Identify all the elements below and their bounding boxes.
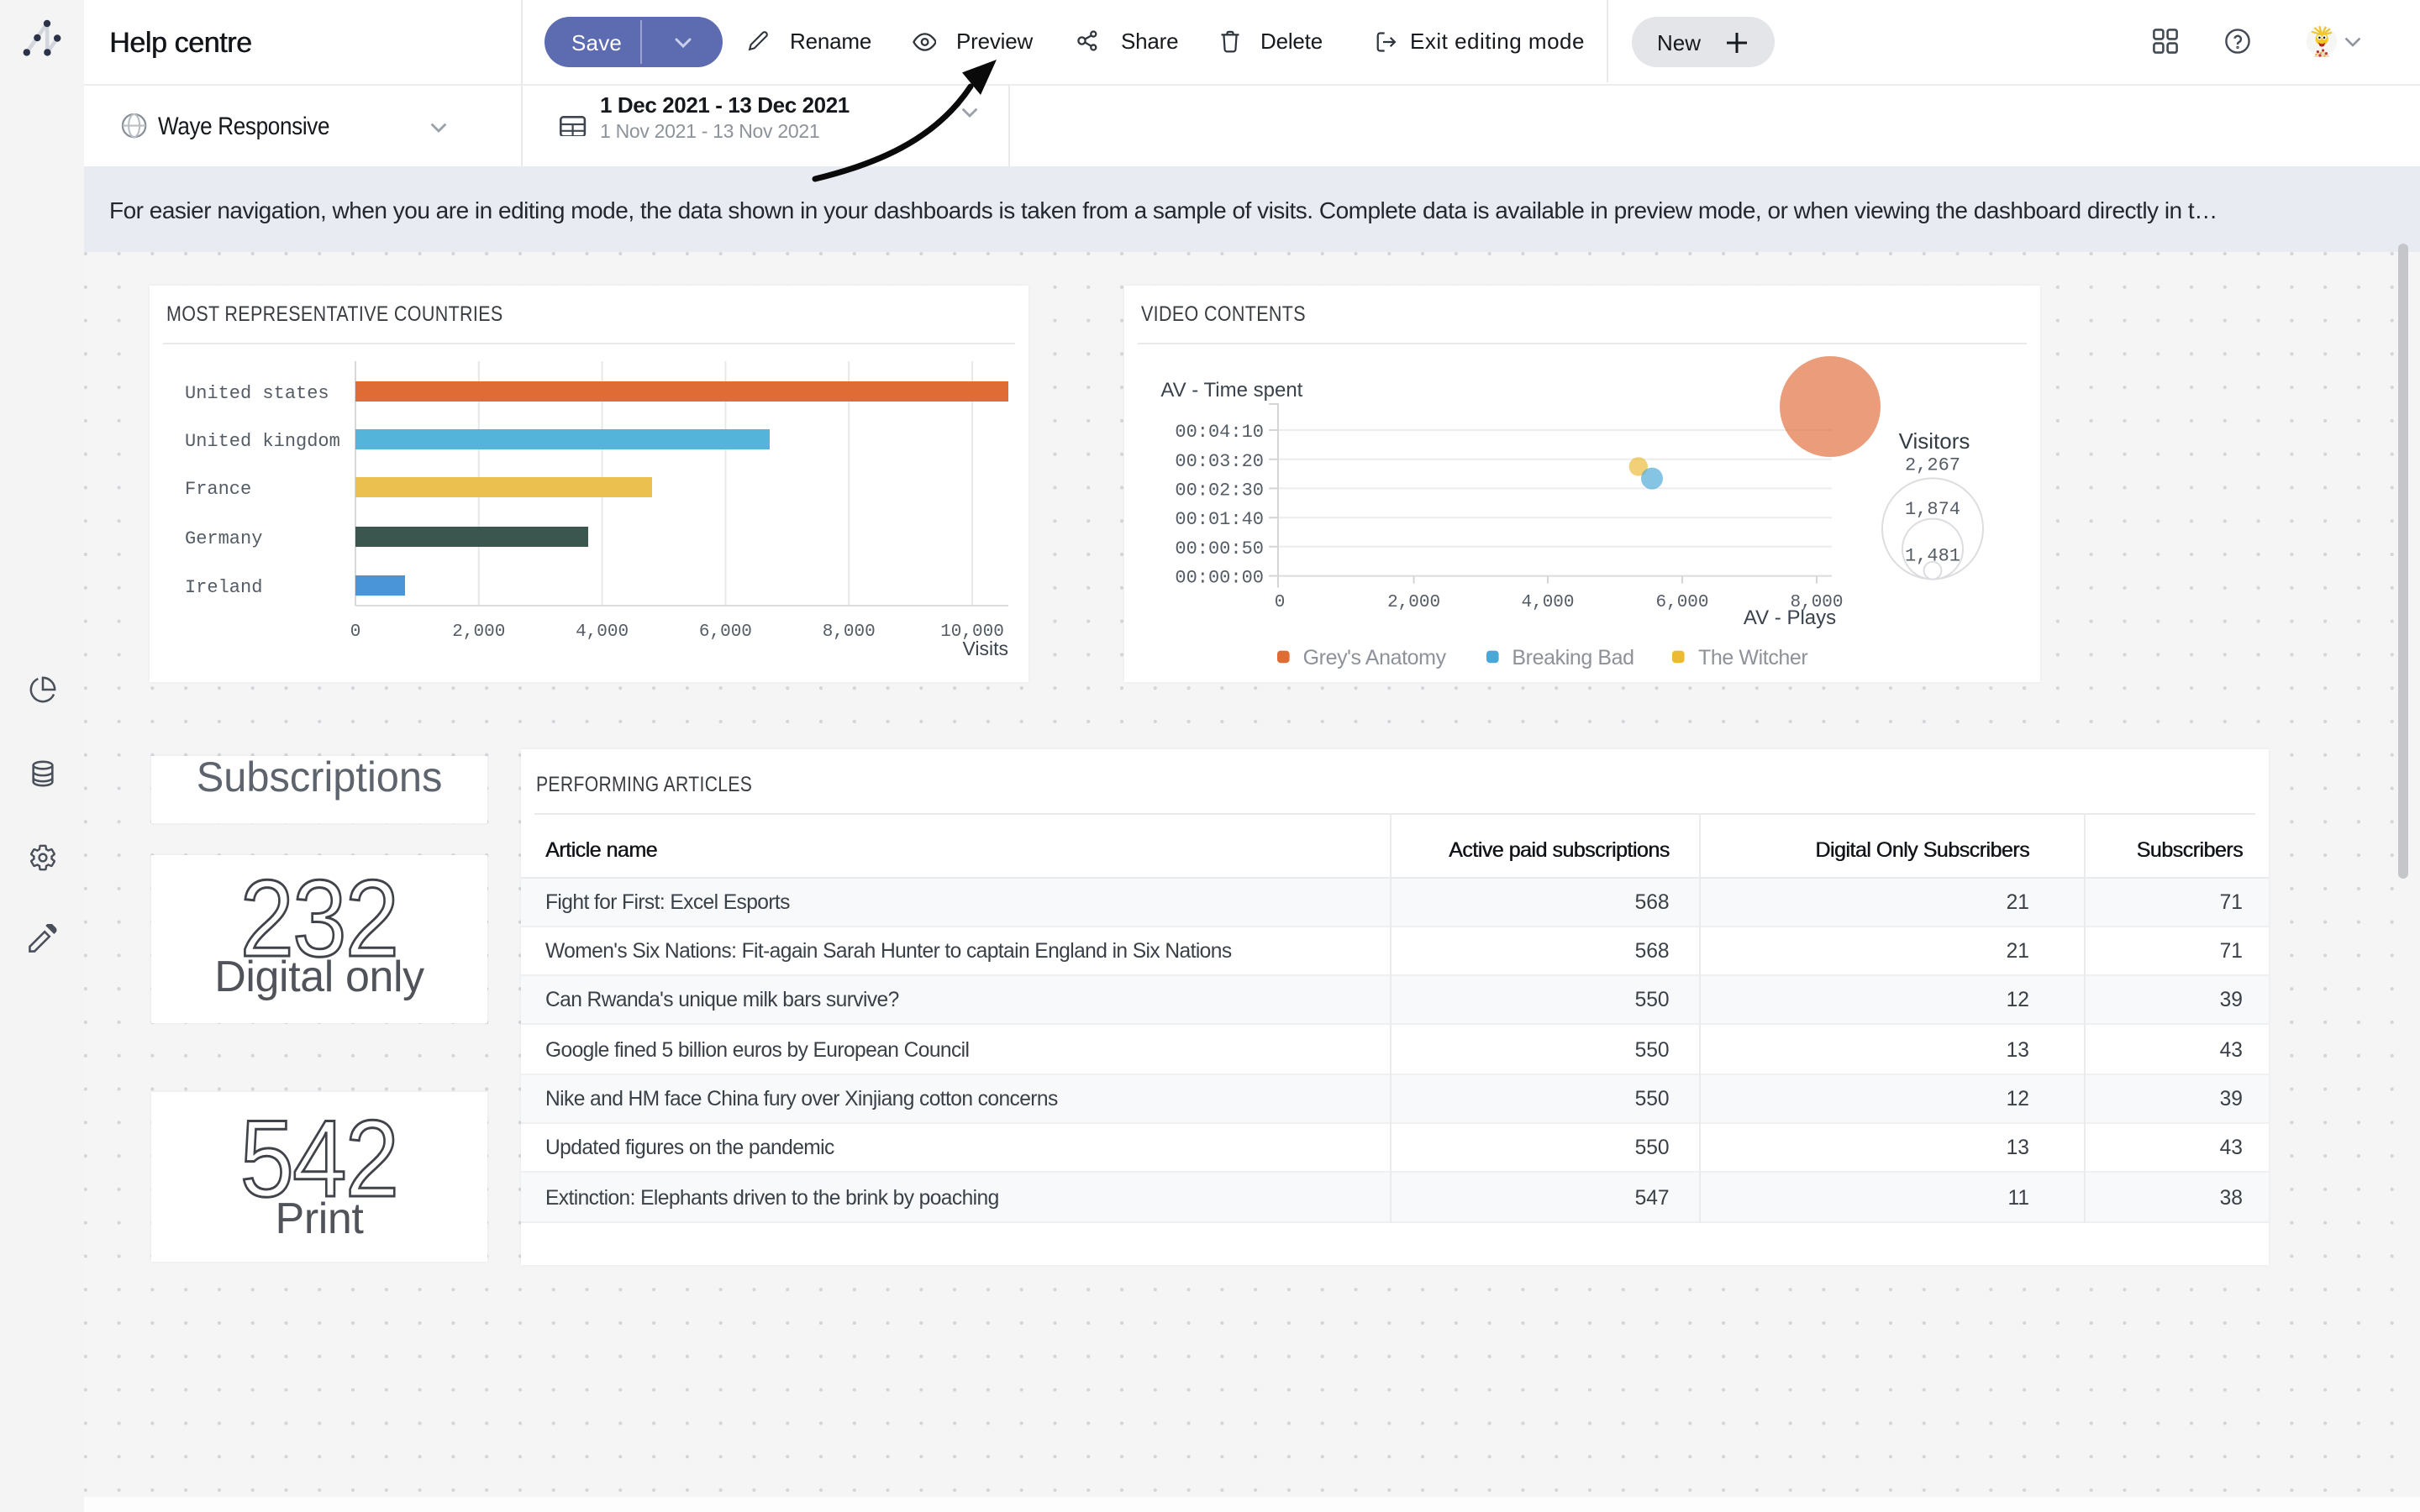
svg-text:2,000: 2,000 <box>1387 593 1440 612</box>
svg-text:United states: United states <box>185 383 329 404</box>
svg-text:6,000: 6,000 <box>1655 593 1708 612</box>
svg-text:2,000: 2,000 <box>452 622 505 642</box>
svg-text:00:04:10: 00:04:10 <box>1175 422 1264 443</box>
svg-text:France: France <box>185 479 251 500</box>
svg-text:6,000: 6,000 <box>699 622 752 642</box>
svg-text:0: 0 <box>1275 593 1286 612</box>
svg-text:8,000: 8,000 <box>823 622 876 642</box>
svg-text:1,481: 1,481 <box>1905 545 1960 566</box>
svg-text:00:02:30: 00:02:30 <box>1175 480 1264 501</box>
svg-text:2,267: 2,267 <box>1905 454 1960 475</box>
svg-text:The Witcher: The Witcher <box>1698 646 1807 669</box>
svg-text:00:00:00: 00:00:00 <box>1175 568 1264 589</box>
svg-text:Ireland: Ireland <box>185 577 262 598</box>
svg-text:AV - Time spent: AV - Time spent <box>1160 379 1302 402</box>
svg-text:1,874: 1,874 <box>1905 499 1960 520</box>
svg-text:4,000: 4,000 <box>576 622 629 642</box>
svg-text:Visits: Visits <box>962 638 1008 659</box>
svg-text:Germany: Germany <box>185 528 262 549</box>
svg-text:4,000: 4,000 <box>1521 593 1574 612</box>
svg-text:United kingdom: United kingdom <box>185 431 340 452</box>
svg-text:00:00:50: 00:00:50 <box>1175 538 1264 559</box>
svg-text:AV - Plays: AV - Plays <box>1744 606 1836 629</box>
svg-text:0: 0 <box>350 622 361 642</box>
svg-text:Grey's Anatomy: Grey's Anatomy <box>1303 646 1447 669</box>
svg-text:00:01:40: 00:01:40 <box>1175 509 1264 530</box>
svg-text:Breaking Bad: Breaking Bad <box>1512 646 1634 669</box>
svg-text:Visitors: Visitors <box>1899 428 1970 454</box>
svg-text:00:03:20: 00:03:20 <box>1175 451 1264 472</box>
